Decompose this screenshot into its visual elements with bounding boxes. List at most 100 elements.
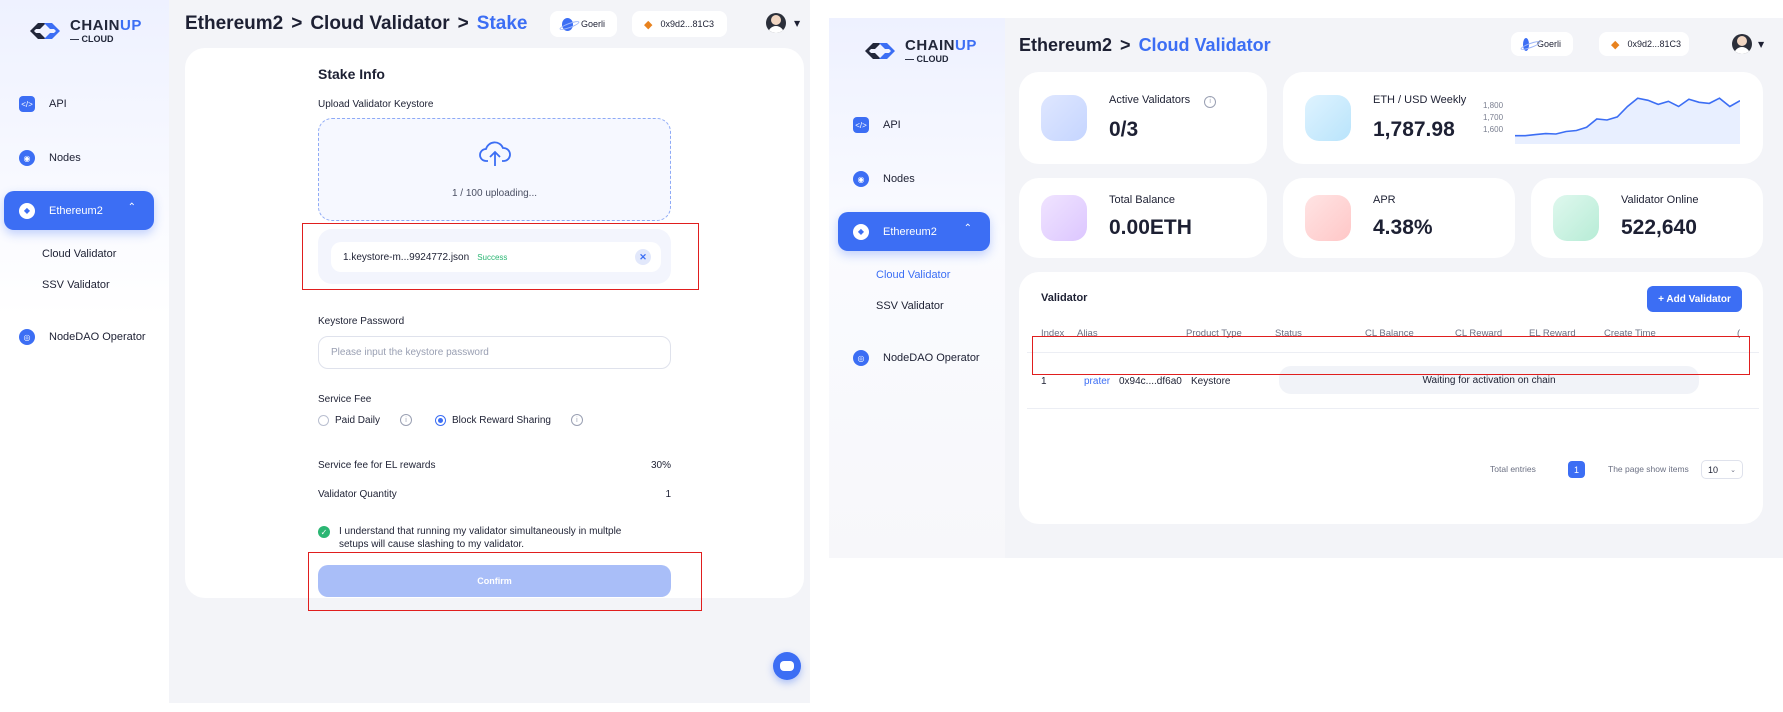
wallet-button[interactable]: ◆ 0x9d2...81C3 <box>632 11 727 37</box>
chevron-up-icon: ⌃ <box>963 223 972 234</box>
breadcrumb-sep: > <box>1120 35 1131 55</box>
tick-label: 1,700 <box>1483 113 1504 122</box>
cell-index: 1 <box>1041 376 1047 387</box>
page-size-select[interactable]: 10 ⌄ <box>1701 460 1743 479</box>
sidebar-item-api[interactable]: </> API <box>19 86 67 122</box>
cell-product-type: Keystore <box>1191 376 1231 387</box>
subnav-cloud-validator[interactable]: Cloud Validator <box>42 248 116 260</box>
info-icon[interactable]: i <box>400 414 413 426</box>
subnav-ssv-validator[interactable]: SSV Validator <box>876 300 944 312</box>
radio-paid-daily[interactable]: Paid Daily i <box>318 414 413 426</box>
code-icon: </> <box>853 117 869 133</box>
radio-circle-selected[interactable] <box>435 414 446 426</box>
cell-address: 0x94c....df6a0 <box>1119 376 1182 387</box>
nodedao-icon: ◎ <box>853 350 869 366</box>
avatar[interactable] <box>766 13 786 33</box>
keystore-password-input[interactable]: Please input the keystore password <box>318 336 671 369</box>
active-validators-label: Active Validators <box>1109 94 1191 106</box>
brand-name-1: CHAIN <box>905 37 955 54</box>
quantity-value: 1 <box>665 489 671 500</box>
highlight-confirm <box>308 552 702 611</box>
online-stat-icon <box>1553 195 1599 241</box>
radio-circle[interactable] <box>318 414 329 426</box>
sidebar-item-nodedao-operator[interactable]: ◎ NodeDAO Operator <box>19 319 146 355</box>
sidebar-item-nodes[interactable]: ◉ Nodes <box>853 161 915 197</box>
breadcrumb: Ethereum2 > Cloud Validator <box>1019 35 1271 56</box>
sidebar-item-ethereum2[interactable]: ◆ Ethereum2 ⌃ <box>838 212 990 251</box>
stat-label: Active Validators i <box>1109 94 1217 108</box>
stat-card-validator-online: Validator Online 522,640 <box>1531 178 1763 258</box>
info-icon[interactable]: i <box>570 414 583 426</box>
network-selector[interactable]: Goerli <box>1511 32 1573 56</box>
apr-value: 4.38% <box>1373 216 1433 239</box>
sidebar: CHAINUP — CLOUD </> API ◉ Nodes ◆ Ethere… <box>0 0 169 703</box>
wallet-button[interactable]: ◆ 0x9d2...81C3 <box>1599 32 1689 56</box>
stake-info-card: Stake Info Upload Validator Keystore 1 /… <box>185 48 804 598</box>
sidebar-item-label: API <box>49 98 67 110</box>
page-1-button[interactable]: 1 <box>1568 461 1585 478</box>
wallet-stat-icon <box>1041 95 1087 141</box>
brand-name-2: UP <box>955 37 977 54</box>
breadcrumb-ethereum2[interactable]: Ethereum2 <box>185 13 283 34</box>
subnav-ssv-validator[interactable]: SSV Validator <box>42 279 110 291</box>
agree-checkbox[interactable]: ✓ <box>318 526 330 538</box>
chevron-up-icon: ⌃ <box>127 202 136 213</box>
tick-label: 1,800 <box>1483 101 1504 110</box>
sidebar-item-label: Ethereum2 <box>883 225 937 238</box>
agree-text: I understand that running my validator s… <box>339 525 621 551</box>
agree-text-line1: I understand that running my validator s… <box>339 526 622 537</box>
validator-online-value: 522,640 <box>1621 216 1697 239</box>
add-validator-button[interactable]: + Add Validator <box>1647 286 1742 312</box>
chevron-down-icon: ⌄ <box>1730 466 1736 474</box>
sidebar-item-api[interactable]: </> API <box>853 107 901 143</box>
sidebar-item-label: NodeDAO Operator <box>49 331 146 343</box>
sidebar-item-nodes[interactable]: ◉ Nodes <box>19 140 81 176</box>
network-selector[interactable]: Goerli <box>550 11 617 37</box>
caret-down-icon[interactable]: ▼ <box>794 19 800 28</box>
highlight-file <box>302 223 699 290</box>
stat-card-active-validators: Active Validators i 0/3 <box>1019 72 1267 164</box>
avatar[interactable] <box>1732 34 1752 54</box>
stat-card-total-balance: Total Balance 0.00ETH <box>1019 178 1267 258</box>
breadcrumb-cloud-validator[interactable]: Cloud Validator <box>310 13 449 34</box>
cloud-validator-screen: CHAINUP — CLOUD </> API ◉ Nodes ◆ Ethere… <box>829 18 1783 558</box>
subnav-cloud-validator[interactable]: Cloud Validator <box>876 269 950 281</box>
chat-support-icon[interactable] <box>773 652 801 680</box>
page-size-label: The page show items <box>1608 464 1689 474</box>
metamask-icon: ◆ <box>644 18 653 31</box>
row-divider <box>1027 408 1759 409</box>
stat-card-apr: APR 4.38% <box>1283 178 1515 258</box>
validator-online-label: Validator Online <box>1621 194 1699 206</box>
cloud-upload-icon <box>479 140 511 172</box>
sidebar-item-nodedao-operator[interactable]: ◎ NodeDAO Operator <box>853 340 980 376</box>
sparkline-area <box>1515 98 1740 144</box>
caret-down-icon[interactable]: ▼ <box>1758 40 1764 49</box>
sidebar: CHAINUP — CLOUD </> API ◉ Nodes ◆ Ethere… <box>829 18 1005 558</box>
upload-dropzone[interactable]: 1 / 100 uploading... <box>318 118 671 221</box>
info-icon[interactable]: i <box>1204 95 1217 108</box>
breadcrumb-ethereum2[interactable]: Ethereum2 <box>1019 35 1112 55</box>
network-name: Goerli <box>1536 39 1561 49</box>
eth-usd-value: 1,787.98 <box>1373 118 1455 141</box>
breadcrumb-current: Stake <box>476 13 528 34</box>
brand-name-1: CHAIN <box>70 17 120 34</box>
nodes-icon: ◉ <box>853 171 869 187</box>
planet-icon <box>562 17 573 31</box>
service-fee-label: Service Fee <box>318 394 372 405</box>
eth-usd-label: ETH / USD Weekly <box>1373 94 1467 106</box>
card-title: Stake Info <box>318 66 385 82</box>
radio-label: Paid Daily <box>335 414 381 426</box>
breadcrumb-sep: > <box>291 13 303 34</box>
sidebar-item-label: NodeDAO Operator <box>883 352 980 364</box>
sidebar-item-label: Nodes <box>883 173 915 185</box>
chainup-logo[interactable]: CHAINUP — CLOUD <box>26 18 142 44</box>
el-fee-label: Service fee for EL rewards <box>318 460 436 471</box>
sidebar-item-ethereum2[interactable]: ◆ Ethereum2 ⌃ <box>4 191 154 230</box>
percent-stat-icon <box>1305 195 1351 241</box>
validator-table-card: Validator + Add Validator Index Alias Pr… <box>1019 272 1763 524</box>
wallet-address: 0x9d2...81C3 <box>660 19 715 29</box>
chainup-logo[interactable]: CHAINUP — CLOUD <box>861 38 977 64</box>
cell-alias[interactable]: prater <box>1084 376 1110 387</box>
radio-block-reward-sharing[interactable]: Block Reward Sharing i <box>435 414 583 426</box>
code-icon: </> <box>19 96 35 112</box>
